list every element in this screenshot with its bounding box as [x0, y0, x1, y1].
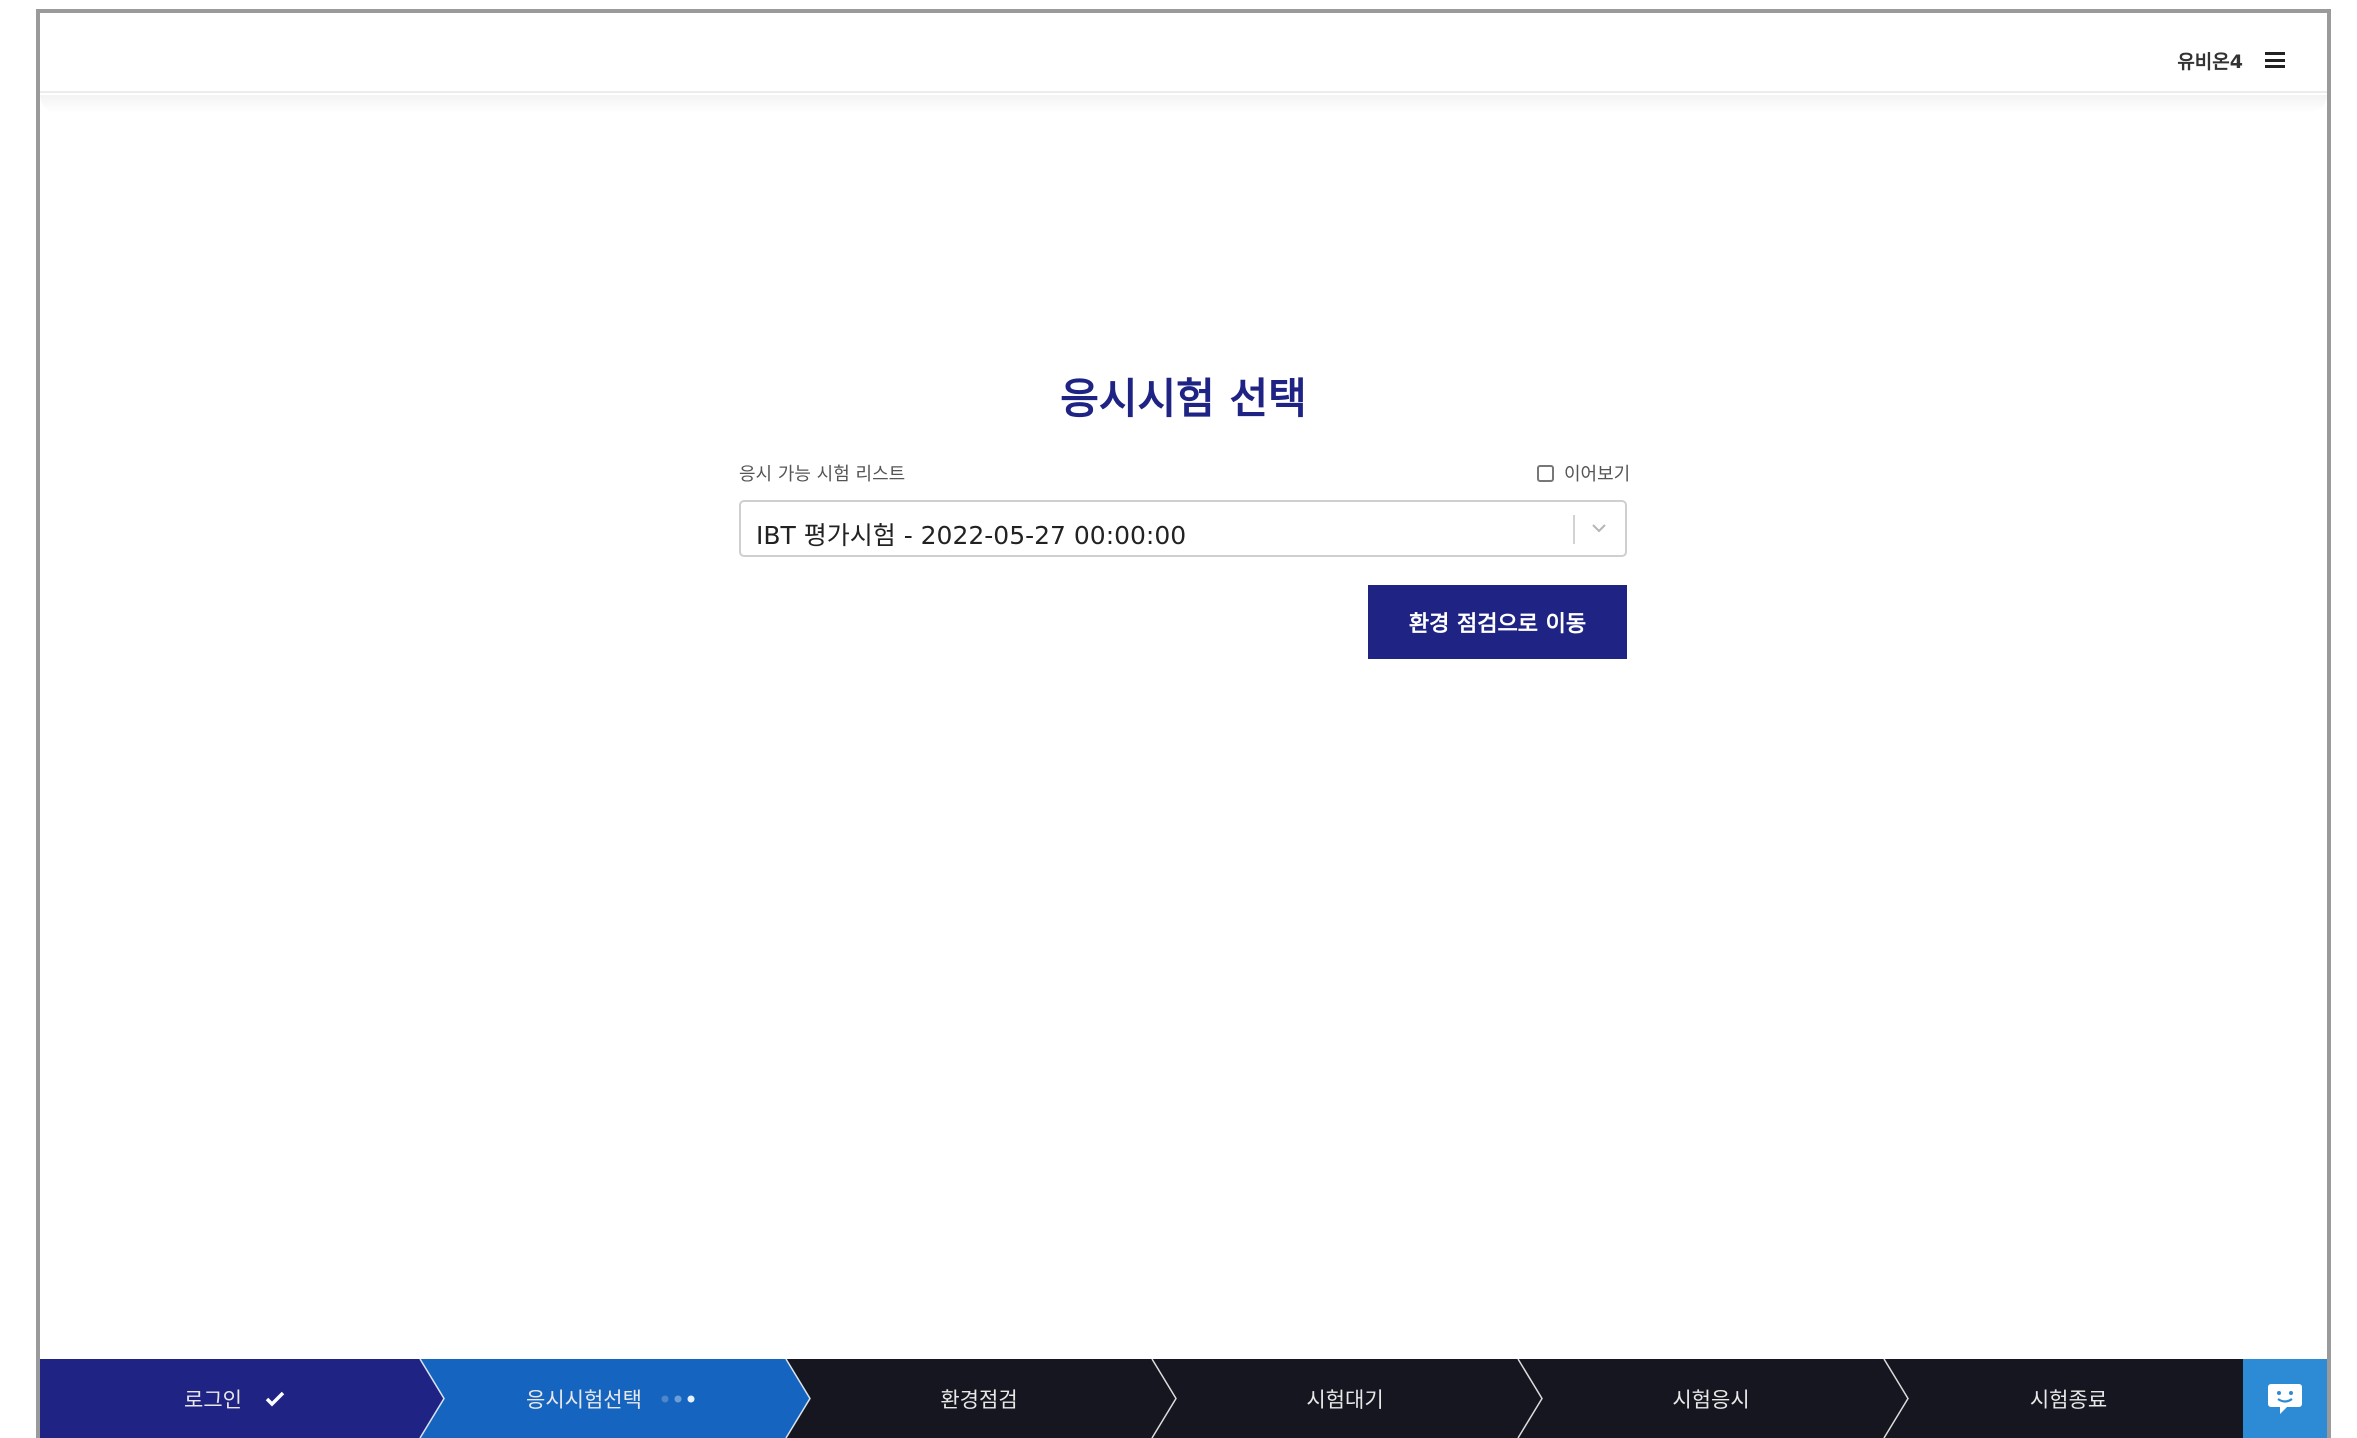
step-env-check: 환경점검 — [796, 1359, 1162, 1438]
chat-button[interactable] — [2243, 1359, 2327, 1438]
continue-label: 이어보기 — [1564, 464, 1631, 485]
user-name[interactable]: 유비온4 — [2177, 47, 2243, 74]
select-separator — [1573, 515, 1575, 544]
step-label: 환경점검 — [940, 1387, 1018, 1412]
chat-icon[interactable] — [2267, 1382, 2303, 1416]
continue-checkbox[interactable]: 이어보기 — [1537, 460, 1630, 486]
step-exam-wait: 시험대기 — [1162, 1359, 1528, 1438]
exam-select-value: IBT 평가시험 - 2022-05-27 00:00:00 — [756, 521, 1187, 550]
hamburger-icon[interactable] — [2265, 52, 2285, 68]
app-frame: 유비온4 응시시험 선택 응시 가능 시험 리스트 이어보기 IBT 평가시험 … — [36, 9, 2331, 1438]
checkbox-box[interactable] — [1537, 464, 1554, 482]
top-bar-shadow — [40, 95, 2327, 113]
step-exam-end: 시험종료 — [1894, 1359, 2243, 1438]
go-to-env-check-button[interactable]: 환경 점검으로 이동 — [1368, 585, 1627, 659]
step-label: 시험종료 — [2029, 1387, 2108, 1412]
step-login: 로그인 — [40, 1359, 430, 1438]
chevron-down-icon[interactable] — [1590, 519, 1608, 537]
exam-select[interactable]: IBT 평가시험 - 2022-05-27 00:00:00 — [739, 500, 1627, 557]
page-title: 응시시험 선택 — [1060, 374, 1307, 423]
step-progress-bar: 로그인 응시시험선택 환경점검 시험대기 시험응시 시험종료 — [40, 1359, 2327, 1438]
step-label: 시험응시 — [1672, 1387, 1750, 1412]
step-exam-take: 시험응시 — [1528, 1359, 1894, 1438]
dots-icon — [661, 1395, 695, 1402]
check-icon — [265, 1391, 285, 1406]
top-bar: 유비온4 — [40, 13, 2327, 93]
exam-list-label: 응시 가능 시험 리스트 — [739, 464, 906, 485]
step-exam-select: 응시시험선택 — [430, 1359, 796, 1438]
step-label: 시험대기 — [1306, 1387, 1384, 1412]
step-label: 응시시험선택 — [526, 1387, 642, 1412]
step-label: 로그인 — [184, 1387, 242, 1412]
